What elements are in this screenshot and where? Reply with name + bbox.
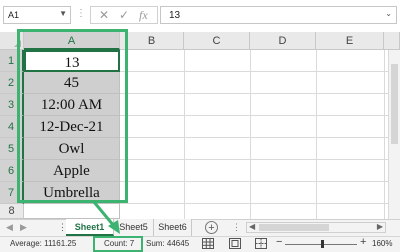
column-header-d[interactable]: D	[250, 32, 316, 50]
status-average: Average: 11161.25	[10, 239, 77, 248]
callout-arrow-icon	[92, 201, 120, 234]
tab-scroll-left-icon[interactable]: ◀	[6, 222, 13, 233]
status-sum: Sum: 44645	[146, 239, 190, 248]
zoom-in-button[interactable]: +	[360, 236, 366, 248]
zoom-out-button[interactable]: −	[276, 236, 282, 248]
add-sheet-icon[interactable]: +	[205, 221, 218, 234]
name-box[interactable]: A1 ▼	[3, 6, 71, 24]
formula-input[interactable]: 13 ⌄	[160, 6, 397, 24]
normal-view-icon[interactable]	[202, 238, 214, 249]
vertical-scroll-thumb[interactable]	[391, 64, 398, 144]
column-header-b[interactable]: B	[120, 32, 184, 50]
row-header-8[interactable]: 8	[0, 204, 24, 219]
zoom-slider-thumb[interactable]	[321, 240, 324, 248]
selection-highlight	[17, 29, 128, 203]
formula-tools: ✕ ✓ fx	[90, 6, 158, 24]
formula-input-value: 13	[169, 10, 181, 21]
column-header-c[interactable]: C	[184, 32, 250, 50]
tab-sheet6[interactable]: Sheet6	[154, 219, 192, 236]
tab-splitter-icon[interactable]: ⋮	[232, 222, 241, 233]
scroll-right-icon[interactable]: ▶	[377, 222, 383, 231]
chevron-down-icon[interactable]: ⌄	[385, 9, 392, 18]
scroll-left-icon[interactable]: ◀	[249, 222, 255, 231]
page-layout-icon[interactable]	[229, 238, 241, 249]
zoom-level[interactable]: 160%	[372, 239, 392, 248]
fx-icon[interactable]: fx	[139, 8, 148, 23]
cancel-icon[interactable]: ✕	[99, 8, 109, 22]
column-header-e[interactable]: E	[316, 32, 384, 50]
horizontal-scroll-thumb[interactable]	[259, 224, 329, 231]
column-header-f[interactable]	[384, 32, 400, 50]
horizontal-scrollbar[interactable]: ◀ ▶	[246, 222, 386, 233]
page-break-icon[interactable]	[255, 238, 267, 249]
name-box-value: A1	[8, 10, 20, 20]
enter-icon[interactable]: ✓	[119, 8, 129, 22]
dropdown-icon[interactable]: ▼	[59, 9, 67, 18]
vertical-scrollbar[interactable]	[388, 50, 400, 219]
tab-scroll-right-icon[interactable]: ▶	[20, 222, 27, 233]
empty-cells[interactable]	[120, 50, 400, 219]
formula-bar-grip-icon[interactable]: ⋮	[76, 8, 86, 19]
